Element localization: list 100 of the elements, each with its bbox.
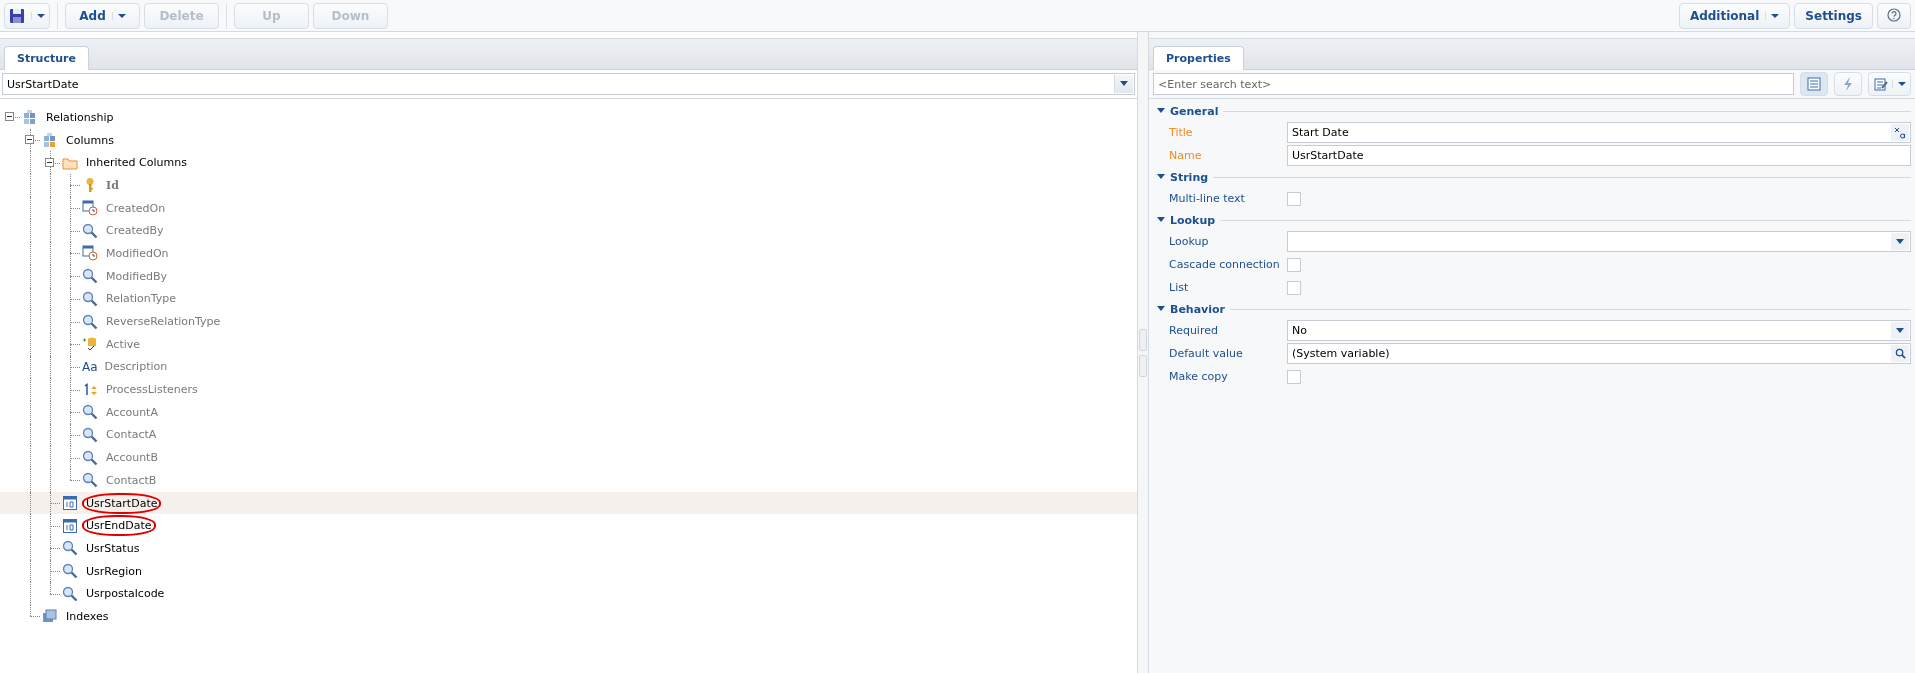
tree-row[interactable]: ContactB — [0, 469, 1137, 492]
section-title: String — [1170, 170, 1209, 184]
dropdown-arrow-icon — [1896, 327, 1904, 334]
tree-row[interactable]: ReverseRelationType — [0, 310, 1137, 333]
item-selector[interactable]: UsrStartDate — [2, 73, 1135, 95]
tree-row[interactable]: Relationship — [0, 106, 1137, 129]
tree-item-label: CreatedBy — [105, 223, 165, 240]
tree-row[interactable]: Usrpostalcode — [0, 582, 1137, 606]
tree-row[interactable]: Aa Description — [0, 355, 1137, 379]
cube-icon — [42, 132, 58, 149]
view-button[interactable] — [1868, 72, 1911, 96]
magnifier-icon — [82, 449, 98, 466]
tab[interactable]: Properties — [1153, 46, 1244, 70]
tree-row[interactable]: RelationType — [0, 287, 1137, 311]
checkbox[interactable] — [1287, 280, 1301, 295]
text-field[interactable]: UsrStartDate — [1287, 145, 1911, 166]
tree-row[interactable]: UsrStatus — [0, 537, 1137, 560]
dropdown-arrow-icon — [1120, 81, 1128, 87]
magnifier-icon — [62, 540, 78, 557]
list-icon — [1806, 76, 1822, 92]
magnifier-icon — [62, 585, 78, 602]
magnifier-icon — [82, 472, 98, 489]
magnifier-icon — [82, 290, 98, 307]
tree-item-label: ReverseRelationType — [105, 314, 222, 331]
tree-item-label: UsrStartDate — [82, 492, 162, 514]
property-label: Title — [1169, 126, 1194, 139]
tree-row[interactable]: ModifiedOn — [0, 242, 1137, 265]
tree-item-label: AccountB — [105, 450, 159, 467]
checkmark-database-icon — [82, 336, 98, 353]
expand-toggle[interactable] — [5, 112, 14, 122]
tree-row[interactable]: Active — [0, 332, 1137, 356]
toolbar-button[interactable]: Settings — [1794, 2, 1873, 29]
property-label: Required — [1169, 324, 1219, 337]
tree-item-label: ContactB — [105, 472, 158, 489]
save-button[interactable] — [4, 2, 50, 29]
tree-row[interactable]: Columns — [0, 128, 1137, 152]
tree-item-label: Usrpostalcode — [85, 586, 166, 603]
tree-row[interactable]: Inherited Columns — [0, 151, 1137, 175]
tree-item-label: CreatedOn — [105, 200, 167, 217]
property-label: List — [1169, 281, 1190, 294]
tree-row[interactable]: UsrEndDate — [0, 514, 1137, 538]
tree-row[interactable]: CreatedOn — [0, 196, 1137, 220]
tree-row[interactable]: CreatedBy — [0, 219, 1137, 243]
search-field[interactable]: <Enter search text> — [1153, 73, 1794, 95]
tree-item-label: ModifiedBy — [105, 268, 168, 285]
collapse-arrow-icon[interactable] — [1157, 107, 1165, 115]
checkbox[interactable] — [1287, 257, 1301, 272]
magnifier-icon — [62, 563, 78, 580]
expand-toggle[interactable] — [25, 135, 34, 145]
tree-row[interactable]: AccountB — [0, 446, 1137, 469]
help-icon — [1886, 7, 1902, 24]
section-title: Lookup — [1170, 213, 1216, 227]
tree-row[interactable]: Id — [0, 174, 1137, 197]
localize-icon[interactable] — [1891, 124, 1909, 141]
text-field[interactable]: Start Date — [1287, 122, 1911, 143]
lookup-field[interactable]: (System variable) — [1287, 343, 1911, 364]
section-title: Behavior — [1170, 302, 1226, 316]
selected-tree-row[interactable]: UsrStartDate — [0, 491, 1137, 515]
caret-icon — [1892, 80, 1906, 88]
dropdown-field[interactable] — [1287, 231, 1911, 252]
checkbox[interactable] — [1287, 191, 1301, 206]
magnifier-icon — [82, 426, 98, 443]
tree-item-label: ModifiedOn — [105, 245, 170, 262]
calendar-clock-icon — [82, 245, 98, 262]
tab[interactable]: Structure — [4, 46, 89, 70]
tree-item-label: Inherited Columns — [85, 155, 188, 172]
tree-item-label: Description — [103, 359, 169, 376]
text-type-icon: Aa — [82, 359, 98, 374]
tree-row[interactable]: Indexes — [0, 605, 1137, 628]
magnifier-icon — [82, 222, 98, 239]
collapse-arrow-icon[interactable] — [1157, 305, 1165, 313]
toolbar-button[interactable]: Additional — [1678, 2, 1791, 29]
toolbar-button[interactable]: Add — [65, 2, 140, 29]
collapse-arrow-icon[interactable] — [1157, 173, 1165, 181]
property-label: Lookup — [1169, 235, 1210, 248]
tree-item-label: ContactA — [105, 427, 158, 444]
tree-row[interactable]: AccountA — [0, 400, 1137, 424]
tree-item-label: Relationship — [45, 109, 115, 126]
view-button[interactable] — [1800, 72, 1828, 96]
tree-item-label: Indexes — [65, 608, 110, 625]
caret-icon — [111, 11, 126, 20]
tree-row[interactable]: ProcessListeners — [0, 378, 1137, 401]
tree-item-label: Active — [105, 336, 142, 353]
calendar-icon — [62, 495, 78, 512]
checkbox[interactable] — [1287, 369, 1301, 384]
tree-item-label: UsrEndDate — [82, 515, 156, 537]
tree-item-label: UsrRegion — [85, 563, 143, 580]
tree-row[interactable]: ModifiedBy — [0, 264, 1137, 288]
expand-toggle[interactable] — [45, 157, 54, 167]
tree-row[interactable]: ContactA — [0, 423, 1137, 447]
property-label: Multi-line text — [1169, 192, 1246, 205]
tree-row[interactable]: UsrRegion — [0, 559, 1137, 583]
magnifier-icon — [82, 404, 98, 421]
dropdown-field[interactable]: No — [1287, 320, 1911, 341]
tree-item-label: Id — [105, 177, 120, 194]
collapse-arrow-icon[interactable] — [1157, 216, 1165, 224]
help-button[interactable] — [1877, 2, 1911, 29]
tree-item-label: RelationType — [105, 291, 178, 308]
property-label: Make copy — [1169, 370, 1229, 383]
caret-icon — [31, 11, 45, 20]
